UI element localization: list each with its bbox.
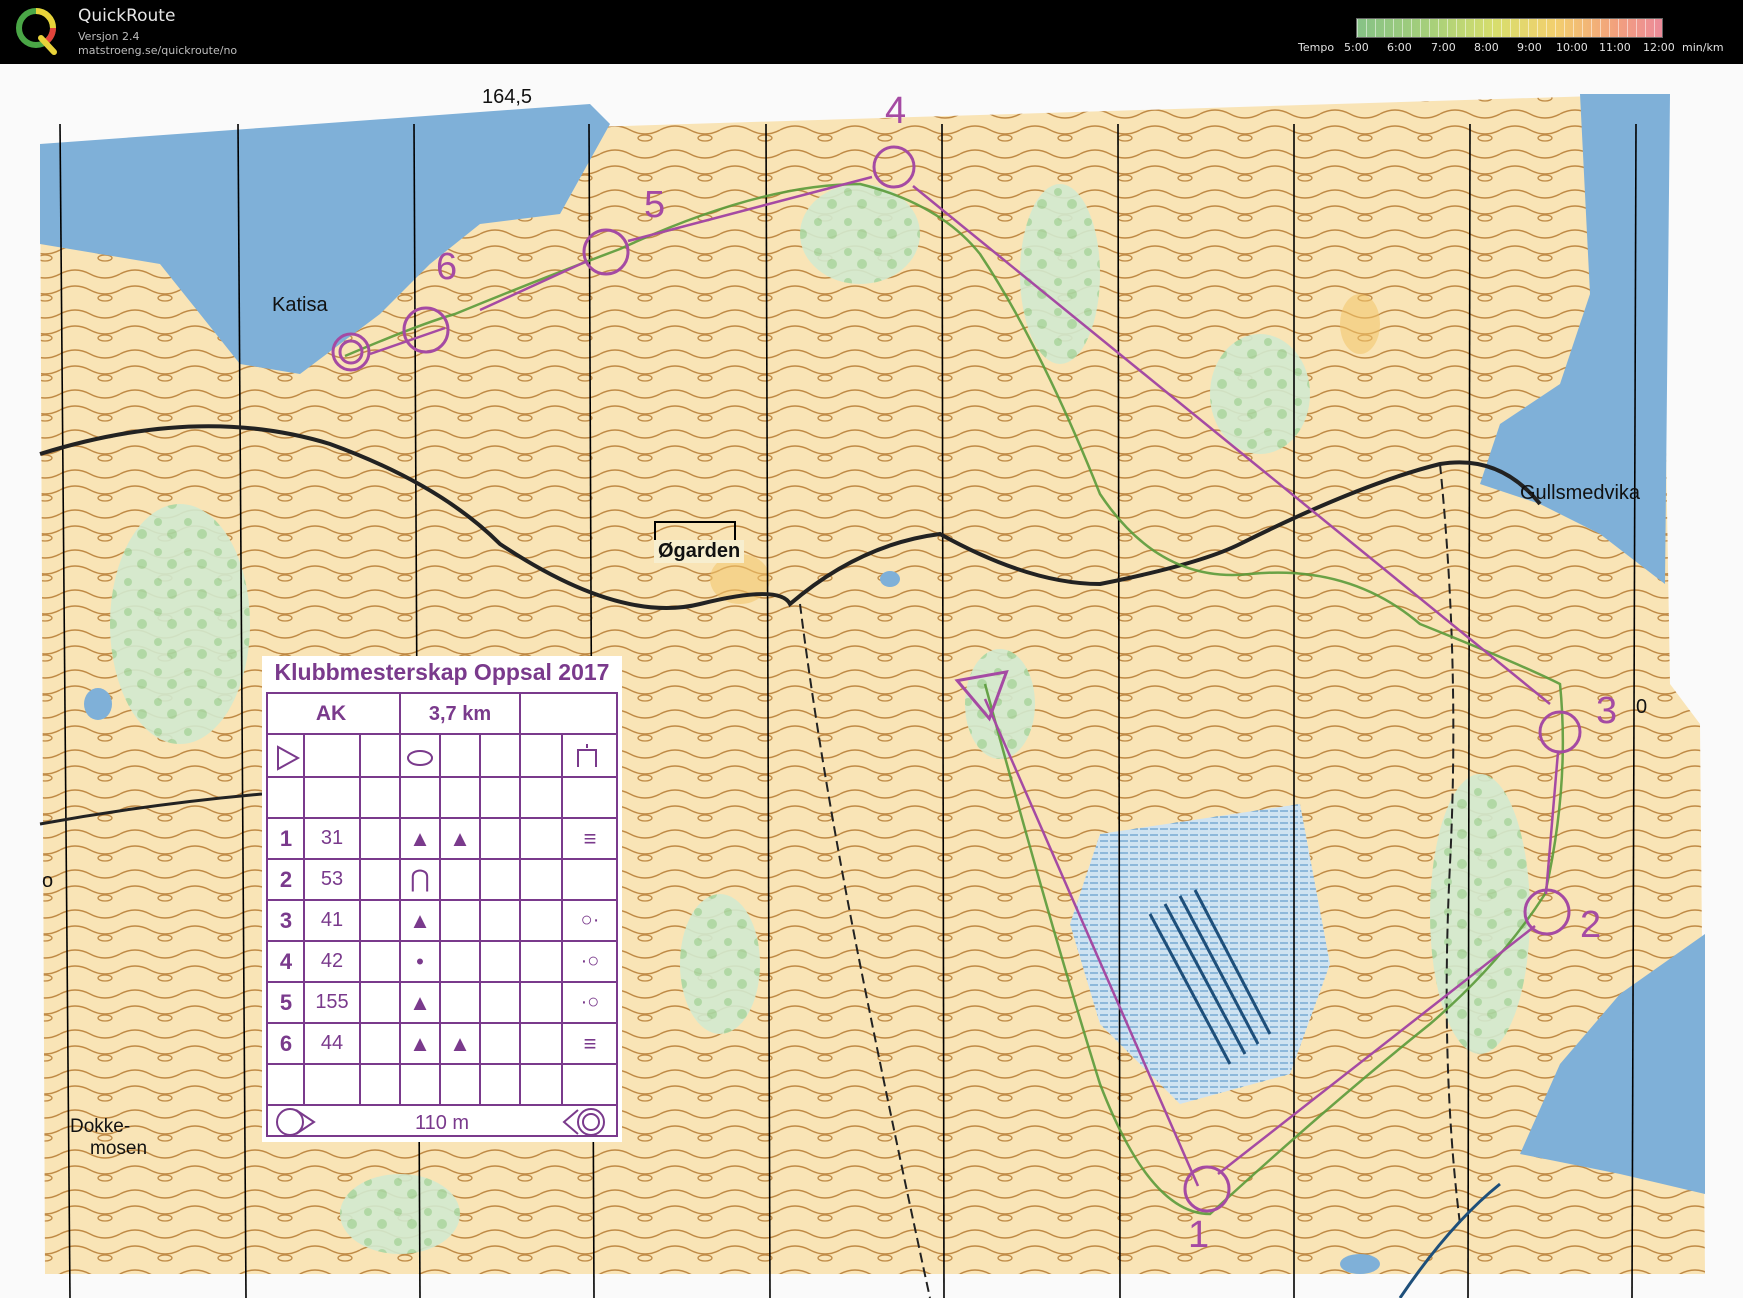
control-row-feature: ▲ [409,1030,431,1056]
finish-distance: 110 m [414,1111,470,1134]
pace-tick: 8:00 [1474,41,1499,54]
place-name-katisa: Katisa [272,294,328,316]
place-name-ogarden: Øgarden [654,540,745,563]
control-row-code: 44 [320,1032,344,1054]
control-row-number: 6 [279,1030,293,1056]
control-row-feature: ▲ [449,1030,471,1056]
pace-tick: 7:00 [1431,41,1456,54]
control-row-number: 2 [279,866,293,892]
app-url: matstroeng.se/quickroute/no [78,44,238,57]
pace-tick: 11:00 [1599,41,1631,54]
pace-tick: 10:00 [1556,41,1588,54]
pace-tick: 12:00 [1643,41,1675,54]
pace-tick: 9:00 [1517,41,1542,54]
control-number-5: 5 [644,184,666,226]
control-number-3: 3 [1596,690,1618,732]
control-number-2: 2 [1580,904,1602,946]
orienteering-map[interactable]: 164,5 Katisa Øgarden Gullsmedvika Dokke-… [0,64,1743,1298]
control-description-card: Klubbmesterskap Oppsal 2017 AK 3,7 km 1 … [262,656,622,1142]
place-name-dokkemosen-1: Dokke- [70,1116,131,1137]
control-row-feature: ▲ [409,825,431,851]
finish-start-icon [276,1108,316,1136]
place-name-dokkemosen-2: mosen [90,1138,148,1159]
control-row-number: 1 [279,825,293,851]
place-name-gullsmedvika: Gullsmedvika [1520,482,1641,504]
control-row-feature: ▲ [449,825,471,851]
control-number-1: 1 [1188,1214,1210,1256]
app-title: QuickRoute [78,6,176,26]
control-row-feature: ▲ [409,907,431,933]
control-row-feature: ▲ [409,989,431,1015]
finish-end-icon [562,1108,605,1136]
feature-header-icon [407,750,433,766]
control-number-6: 6 [436,246,458,288]
edge-label-zero: 0 [1636,696,1648,718]
control-row-code: 155 [315,991,349,1013]
pace-unit: min/km [1682,41,1724,54]
app-version: Versjon 2.4 [78,30,140,43]
quickroute-logo-icon [16,8,57,55]
control-row-detail: ○· [580,909,600,931]
control-row-code: 31 [320,827,344,849]
edge-label-o: o [42,870,54,892]
control-row-number: 5 [279,989,293,1015]
control-row-number: 4 [279,948,293,974]
control-row-detail: ·○ [580,991,600,1013]
control-row-code: 41 [320,909,344,931]
card-title: Klubbmesterskap Oppsal 2017 [274,659,610,685]
control-row-detail: ≡ [583,825,597,851]
pace-tick: 5:00 [1344,41,1369,54]
card-length: 3,7 km [428,702,492,725]
card-class: AK [315,702,347,725]
control-row-feature: ⋂ [410,866,430,893]
control-number-4: 4 [885,90,907,132]
pace-tick: 6:00 [1387,41,1412,54]
control-row-feature: • [416,948,424,974]
pace-color-scale [1356,18,1663,38]
app-header: QuickRoute Versjon 2.4 matstroeng.se/qui… [0,0,1743,64]
control-row-number: 3 [279,907,293,933]
control-row-detail: ≡ [583,1030,597,1056]
control-row-code: 53 [320,868,344,890]
pace-legend-label: Tempo [1298,41,1335,54]
control-row-detail: ·○ [580,950,600,972]
height-label: 164,5 [482,86,533,108]
control-row-code: 42 [320,950,344,972]
location-header-icon [577,744,597,767]
start-symbol-icon [277,745,301,771]
